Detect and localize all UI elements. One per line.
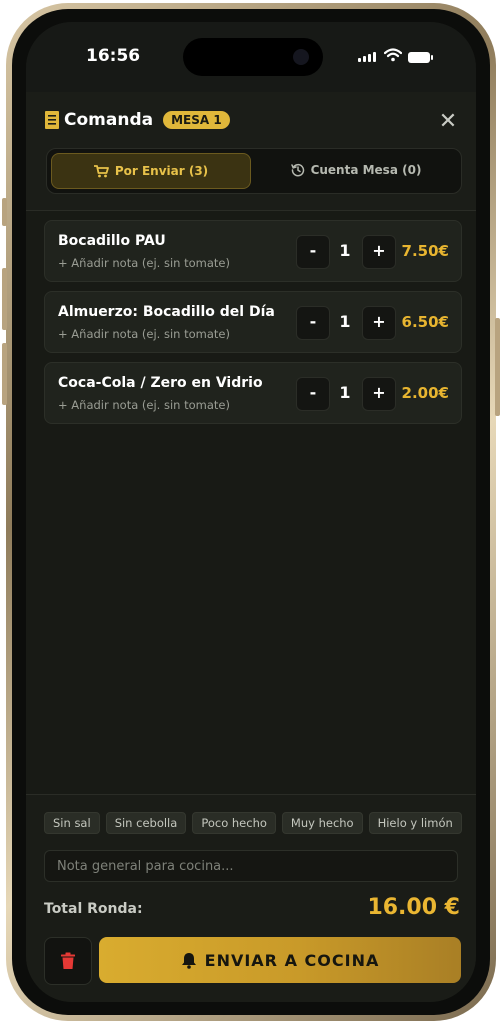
add-note-link[interactable]: + Añadir nota (ej. sin tomate) [58,398,230,412]
receipt-icon [45,111,59,129]
send-to-kitchen-button[interactable]: ENVIAR A COCINA [99,937,461,983]
decrease-quantity-button[interactable]: - [296,235,330,269]
increase-quantity-button[interactable]: + [362,306,396,340]
close-icon[interactable]: ✕ [436,110,460,134]
side-button-volume-up [2,268,7,330]
increase-quantity-button[interactable]: + [362,377,396,411]
trash-icon [61,952,75,969]
delete-order-button[interactable] [44,937,92,985]
list-item: Bocadillo PAU + Añadir nota (ej. sin tom… [44,220,462,282]
cart-icon [93,164,109,177]
status-time: 16:56 [86,46,141,66]
camera [293,49,309,65]
item-name: Coca-Cola / Zero en Vidrio [58,375,263,391]
item-price: 7.50€ [401,242,449,260]
table-badge: MESA 1 [163,111,230,129]
tab-cuenta-mesa[interactable]: Cuenta Mesa (0) [257,153,455,187]
history-icon [290,163,304,177]
total-label: Total Ronda: [44,901,143,917]
item-name: Almuerzo: Bocadillo del Día [58,304,275,320]
quantity-value: 1 [339,383,351,402]
order-header: Comanda MESA 1 ✕ Por Enviar (3) Cuenta M… [26,92,476,211]
chip-poco-hecho[interactable]: Poco hecho [192,812,276,834]
status-bar: 16:56 [26,22,476,92]
tab-label: Por Enviar (3) [114,164,209,178]
list-item: Coca-Cola / Zero en Vidrio + Añadir nota… [44,362,462,424]
add-note-link[interactable]: + Añadir nota (ej. sin tomate) [58,327,230,341]
quick-notes: Sin sal Sin cebolla Poco hecho Muy hecho… [44,812,462,834]
item-name: Bocadillo PAU [58,233,166,249]
dynamic-island [183,38,323,76]
order-items-list: Bocadillo PAU + Añadir nota (ej. sin tom… [44,220,462,433]
side-button-silent [2,198,7,226]
decrease-quantity-button[interactable]: - [296,306,330,340]
title-row: Comanda MESA 1 [44,110,230,130]
list-item: Almuerzo: Bocadillo del Día + Añadir not… [44,291,462,353]
chip-sin-cebolla[interactable]: Sin cebolla [105,812,187,834]
chip-muy-hecho[interactable]: Muy hecho [281,812,363,834]
increase-quantity-button[interactable]: + [362,235,396,269]
battery-icon [408,52,433,63]
quantity-value: 1 [339,241,351,260]
side-button-volume-down [2,343,7,405]
page-title: Comanda [64,110,154,130]
tab-label: Cuenta Mesa (0) [310,163,422,177]
kitchen-note-input[interactable] [44,850,458,882]
chip-sin-sal[interactable]: Sin sal [44,812,100,834]
order-footer: Sin sal Sin cebolla Poco hecho Muy hecho… [26,794,476,1002]
total-value: 16.00 € [367,895,460,920]
send-button-label: ENVIAR A COCINA [204,950,380,970]
quantity-value: 1 [339,312,351,331]
bell-icon [181,952,196,969]
signal-icon [358,52,376,62]
item-price: 6.50€ [401,313,449,331]
tab-por-enviar[interactable]: Por Enviar (3) [51,153,251,189]
side-button-power [495,318,500,416]
wifi-icon [384,48,402,62]
add-note-link[interactable]: + Añadir nota (ej. sin tomate) [58,256,230,270]
tab-bar: Por Enviar (3) Cuenta Mesa (0) [46,148,462,194]
item-price: 2.00€ [401,384,449,402]
decrease-quantity-button[interactable]: - [296,377,330,411]
chip-hielo-limon[interactable]: Hielo y limón [368,812,462,834]
screen: 16:56 Comanda MESA 1 ✕ Por Enviar (3) Cu… [26,22,476,1002]
